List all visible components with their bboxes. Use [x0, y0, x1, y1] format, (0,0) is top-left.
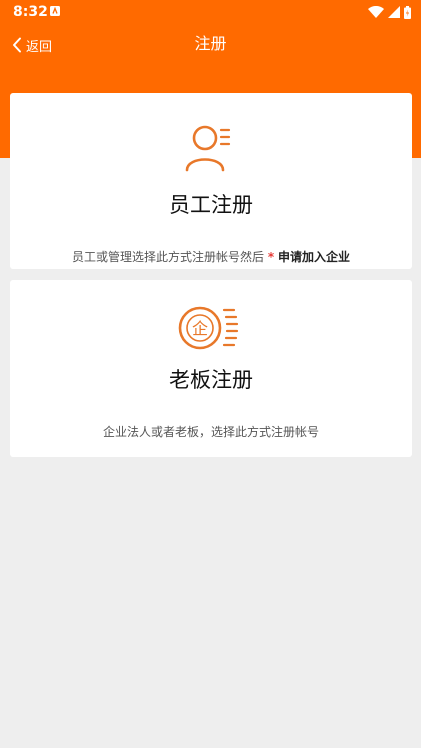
- boss-register-card[interactable]: 企 老板注册 企业法人或者老板，选择此方式注册帐号: [10, 280, 412, 457]
- boss-register-title: 老板注册: [169, 368, 253, 392]
- required-asterisk: *: [267, 250, 275, 264]
- nav-bar: 返回 注册: [0, 24, 421, 66]
- employee-description-text: 员工或管理选择此方式注册帐号然后: [72, 250, 265, 264]
- battery-icon: [404, 5, 411, 19]
- notification-app-icon: [50, 6, 60, 16]
- employee-register-card[interactable]: 员工注册 员工或管理选择此方式注册帐号然后 * 申请加入企业: [10, 93, 412, 269]
- status-time: 8:32: [13, 4, 48, 20]
- status-bar: 8:32: [0, 0, 421, 24]
- enterprise-icon-glyph: 企: [192, 319, 208, 338]
- apply-join-enterprise-link[interactable]: 申请加入企业: [278, 250, 350, 264]
- signal-icon: [388, 6, 400, 18]
- wifi-icon: [368, 6, 384, 18]
- user-icon: [185, 125, 231, 172]
- enterprise-icon: 企: [178, 306, 239, 350]
- status-icons: [368, 5, 411, 19]
- boss-register-description: 企业法人或者老板，选择此方式注册帐号: [102, 425, 319, 439]
- employee-register-description: 员工或管理选择此方式注册帐号然后 * 申请加入企业: [10, 248, 412, 265]
- page-title: 注册: [194, 34, 227, 53]
- employee-register-title: 员工注册: [169, 193, 253, 217]
